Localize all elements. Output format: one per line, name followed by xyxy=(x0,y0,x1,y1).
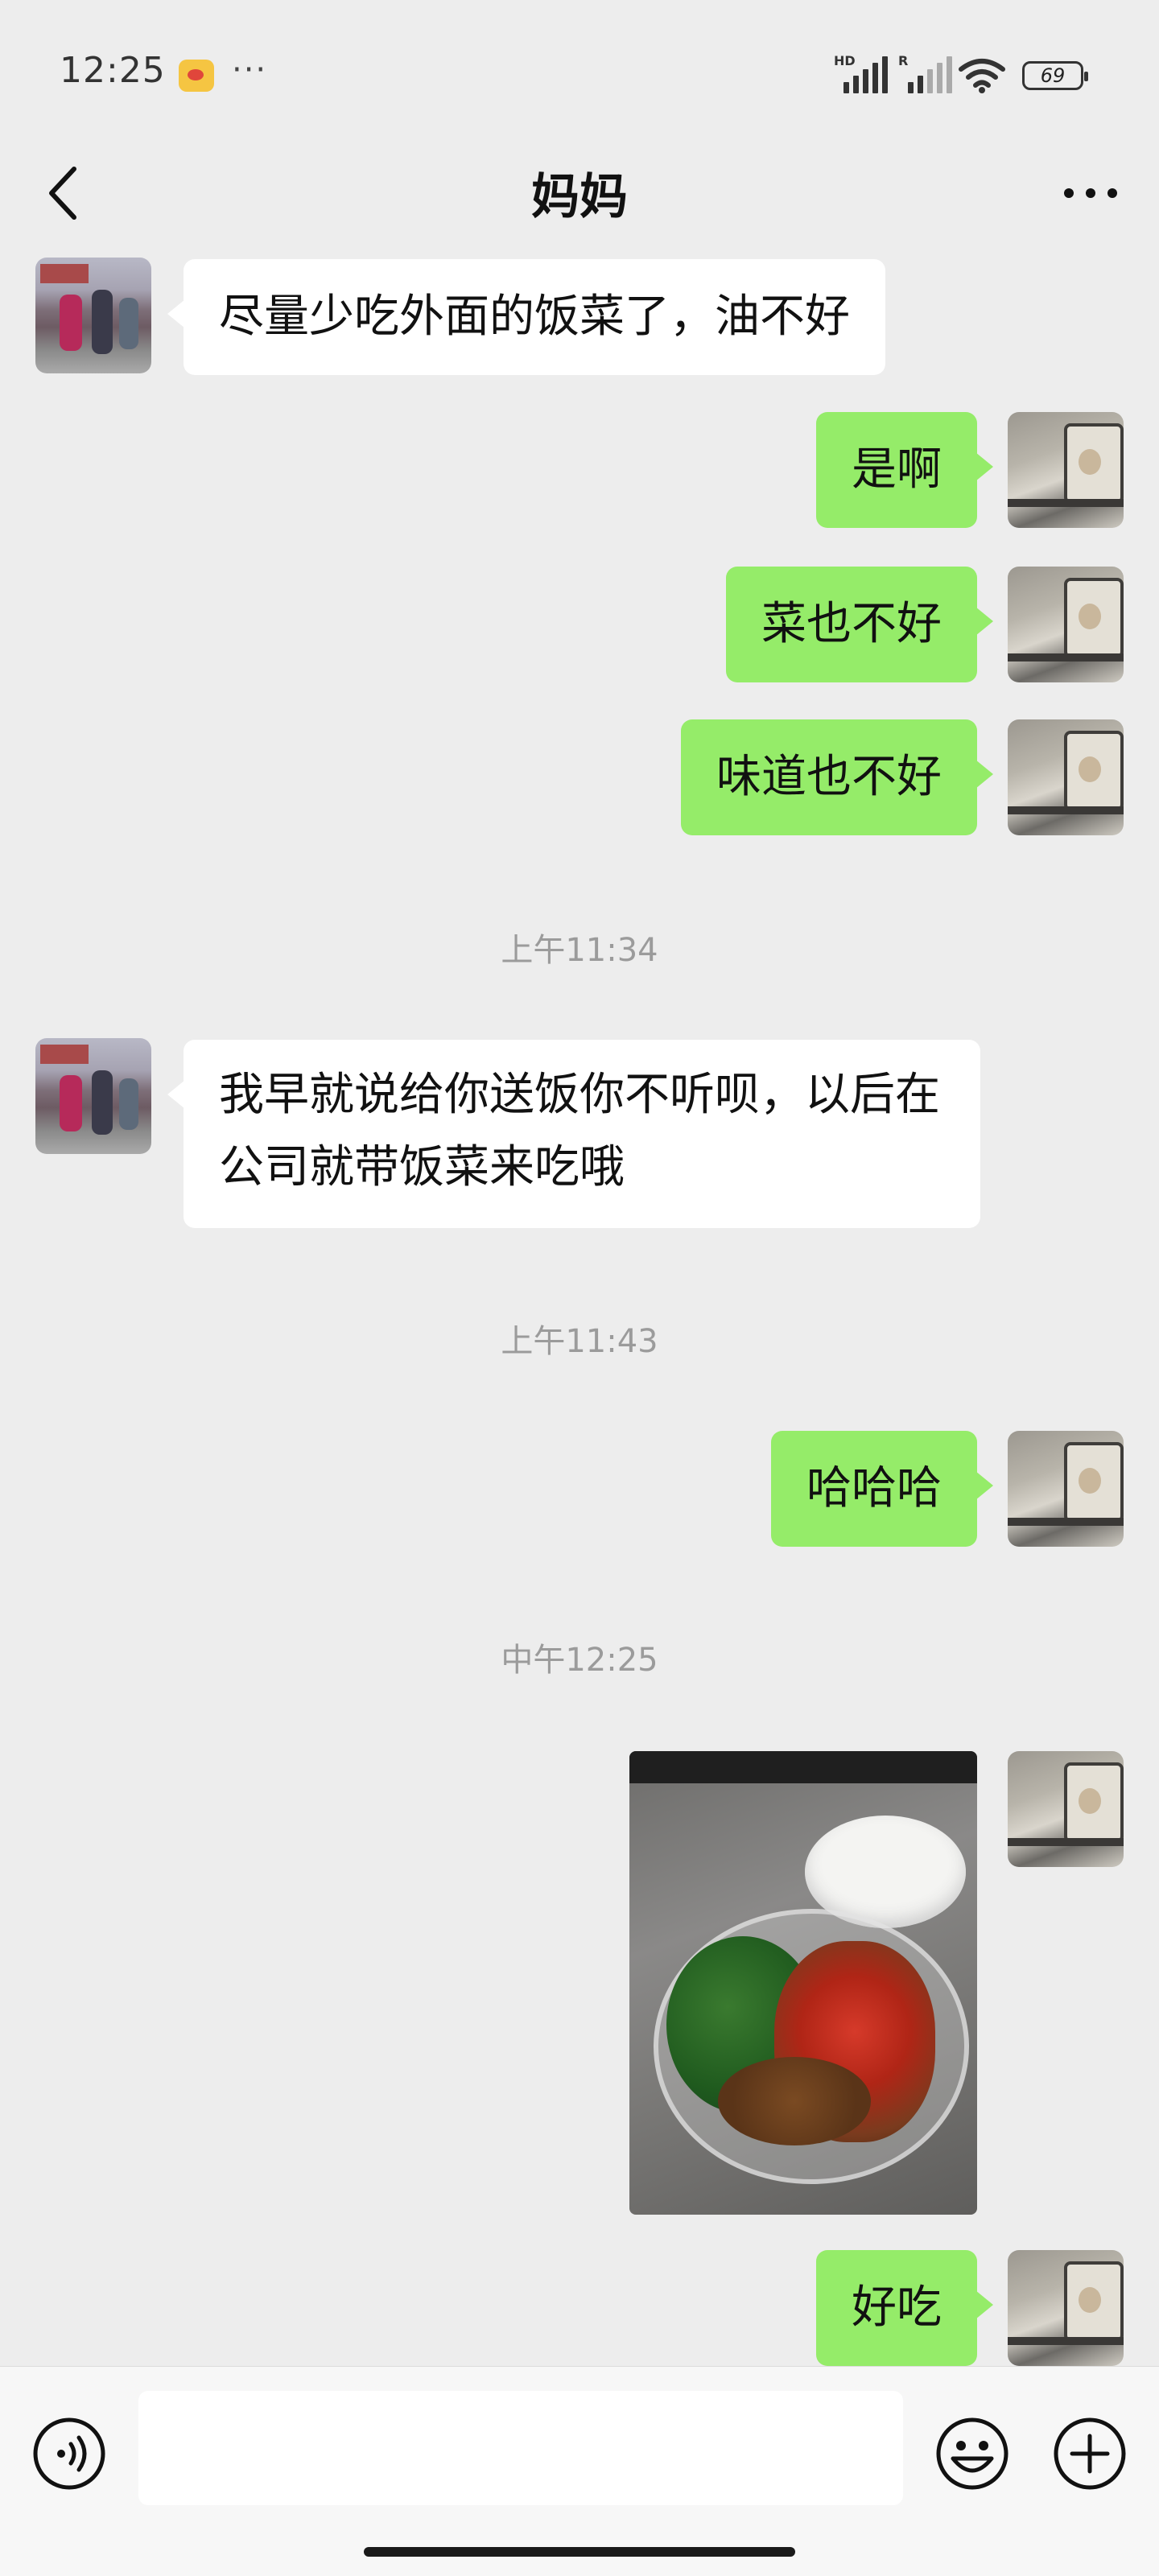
more-options-icon[interactable] xyxy=(1054,169,1127,217)
message-bubble-incoming[interactable]: 我早就说给你送饭你不听呗，以后在公司就带饭菜来吃哦 xyxy=(167,1040,980,1228)
message-timestamp: 上午11:34 xyxy=(501,932,658,969)
food-photo-message[interactable] xyxy=(629,1751,977,2215)
weibo-icon xyxy=(179,60,214,92)
wifi-icon xyxy=(959,59,1005,93)
plus-icon[interactable] xyxy=(1051,2415,1128,2492)
self-avatar[interactable] xyxy=(1008,412,1124,528)
self-avatar[interactable] xyxy=(1008,2250,1124,2366)
message-timestamp: 中午12:25 xyxy=(501,1642,658,1679)
battery-indicator: 69 xyxy=(1022,61,1088,90)
self-avatar[interactable] xyxy=(1008,567,1124,682)
signal-tag-hd: HD xyxy=(834,53,856,68)
message-bubble-outgoing[interactable]: 是啊 xyxy=(816,412,993,528)
message-bubble-outgoing[interactable]: 菜也不好 xyxy=(726,567,993,682)
status-time: 12:25 xyxy=(60,50,166,91)
message-input[interactable] xyxy=(138,2391,903,2505)
signal-tag-r: R xyxy=(898,53,909,68)
message-bubble-outgoing[interactable]: 好吃 xyxy=(816,2250,993,2366)
home-indicator[interactable] xyxy=(364,2547,795,2557)
emoji-icon[interactable] xyxy=(934,2415,1011,2492)
message-timestamp: 上午11:43 xyxy=(501,1323,658,1360)
contact-avatar[interactable] xyxy=(35,1038,151,1154)
signal-icon: HD xyxy=(834,53,888,93)
status-bar: 12:25 ··· HD R 69 xyxy=(0,0,1159,137)
voice-icon[interactable] xyxy=(31,2415,108,2492)
input-bar xyxy=(0,2366,1159,2576)
chat-title: 妈妈 xyxy=(531,169,628,225)
message-bubble-outgoing[interactable]: 哈哈哈 xyxy=(771,1431,993,1547)
message-bubble-incoming[interactable]: 尽量少吃外面的饭菜了，油不好 xyxy=(167,259,885,375)
contact-avatar[interactable] xyxy=(35,258,151,373)
notification-more: ··· xyxy=(232,52,268,89)
signal-icon-2: R xyxy=(898,53,952,93)
chat-header: 妈妈 xyxy=(0,137,1159,249)
self-avatar[interactable] xyxy=(1008,1431,1124,1547)
self-avatar[interactable] xyxy=(1008,1751,1124,1867)
message-bubble-outgoing[interactable]: 味道也不好 xyxy=(681,719,993,835)
self-avatar[interactable] xyxy=(1008,719,1124,835)
